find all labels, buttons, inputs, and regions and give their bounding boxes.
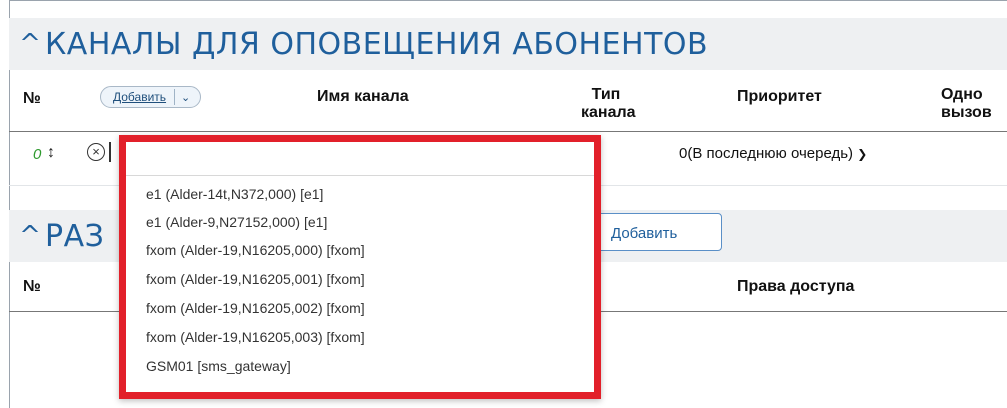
column-header-single-call: Одно вызов [941,86,992,122]
dropdown-option[interactable]: fxom (Alder-19,N16205,003) [fxom] [146,329,365,345]
type-line2: канала [581,104,636,121]
dropdown-option[interactable]: e1 (Alder-9,N27152,000) [e1] [146,214,327,230]
column-header-num: № [23,278,41,295]
single-line1: Одно [941,86,983,103]
add-dropdown-button[interactable]: Добавить ⌄ [100,86,202,108]
column-header-priority: Приоритет [737,88,822,105]
channel-dropdown[interactable]: e1 (Alder-14t,N372,000) [e1] e1 (Alder-9… [119,135,601,399]
priority-value: 0(В последнюю очередь) [679,145,854,162]
double-chevron-down-icon[interactable]: ⌄ [175,91,200,104]
chevron-up-icon[interactable]: ^ [9,31,45,57]
dropdown-option[interactable]: fxom (Alder-19,N16205,000) [fxom] [146,242,365,258]
column-header-channel-name: Имя канала [317,88,409,105]
dropdown-option[interactable]: GSM01 [sms_gateway] [146,358,291,374]
section-title: КАНАЛЫ ДЛЯ ОПОВЕЩЕНИЯ АБОНЕНТОВ [45,26,709,62]
dropdown-option[interactable]: e1 (Alder-14t,N372,000) [e1] [146,186,323,202]
chevron-down-icon: ❯ [857,147,868,161]
row-number: 0 [33,146,42,163]
chevron-up-icon[interactable]: ^ [9,223,45,249]
section-header-channels[interactable]: ^ КАНАЛЫ ДЛЯ ОПОВЕЩЕНИЯ АБОНЕНТОВ [9,18,1007,70]
priority-select[interactable]: 0(В последнюю очередь) ❯ [679,145,867,162]
dropdown-option[interactable]: fxom (Alder-19,N16205,001) [fxom] [146,271,365,287]
dropdown-option[interactable]: fxom (Alder-19,N16205,002) [fxom] [146,300,365,316]
single-line2: вызов [941,104,992,121]
column-header-num: № [23,90,41,107]
column-header-access: Права доступа [737,278,855,295]
close-circle-icon[interactable]: × [87,143,105,161]
add-label[interactable]: Добавить [101,90,174,104]
up-down-arrow-icon[interactable]: ↕ [47,144,55,162]
dropdown-search-input[interactable] [126,142,594,176]
add-button[interactable]: Добавить [596,213,722,251]
text-cursor [109,142,111,162]
type-line1: Тип [591,86,621,103]
column-header-channel-type: Тип канала [581,86,636,122]
section-title: РАЗ [45,218,105,254]
